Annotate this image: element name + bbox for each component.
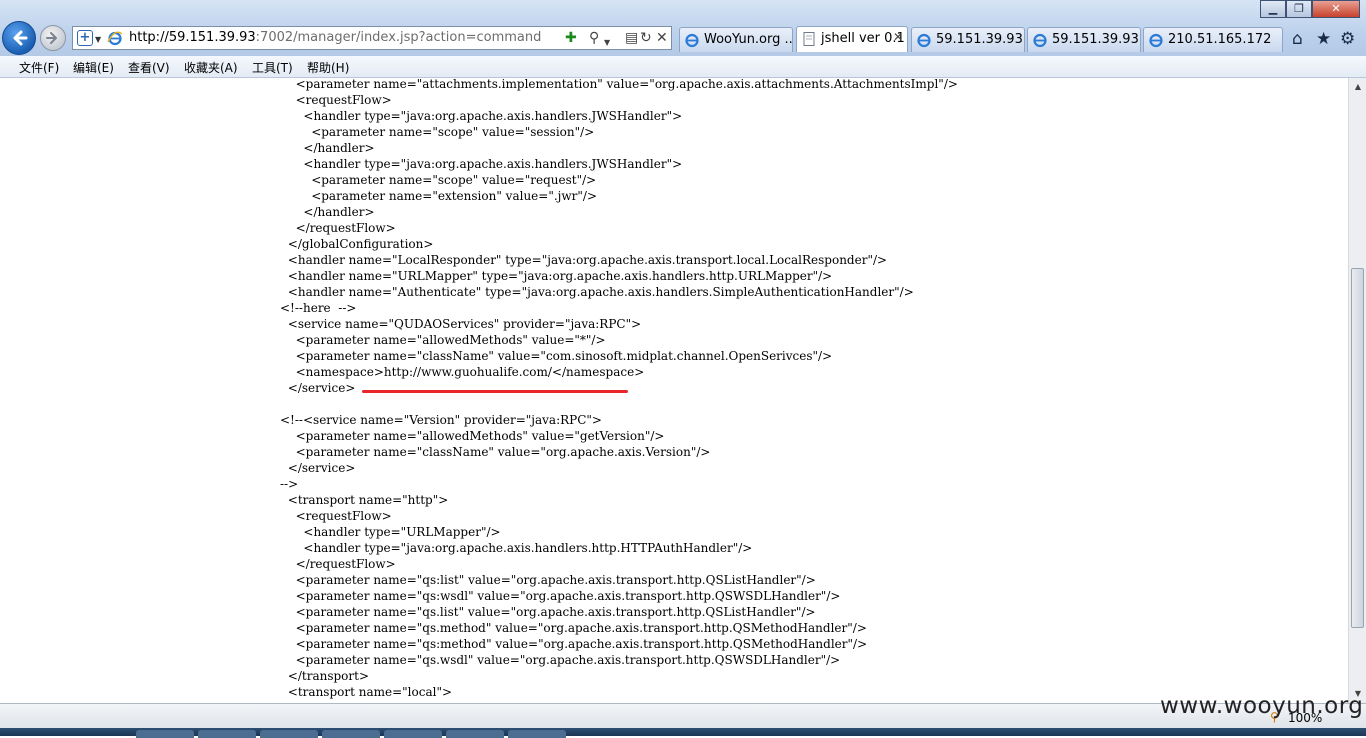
forward-arrow-icon xyxy=(46,32,57,44)
menu-view[interactable]: 查看(V) xyxy=(128,59,170,76)
taskbar-button[interactable] xyxy=(384,730,442,738)
xml-line: <parameter name="extension" value=".jwr"… xyxy=(311,189,598,203)
ie-tab-icon xyxy=(685,33,699,48)
xml-line: <handler name="URLMapper" type="java:org… xyxy=(287,269,833,283)
taskbar-button[interactable] xyxy=(136,730,194,738)
xml-line: <handler name="LocalResponder" type="jav… xyxy=(287,253,888,267)
scroll-up-icon[interactable]: ▲ xyxy=(1351,80,1365,94)
xml-line: <handler type="java:org.apache.axis.hand… xyxy=(303,109,683,123)
xml-line: <parameter name="qs.list" value="org.apa… xyxy=(295,605,816,619)
ie-tab-icon xyxy=(1033,33,1047,48)
refresh-icon[interactable]: ↻ xyxy=(640,30,652,46)
xml-line: <parameter name="qs.method" value="org.a… xyxy=(295,621,867,635)
minimize-button[interactable]: ▁ xyxy=(1260,0,1286,18)
xml-line: <parameter name="qs:list" value="org.apa… xyxy=(295,573,816,587)
xml-line: <parameter name="qs:method" value="org.a… xyxy=(295,637,868,651)
tab-ip-3[interactable]: 210.51.165.172 xyxy=(1143,27,1283,52)
home-icon[interactable]: ⌂ xyxy=(1292,30,1303,48)
taskbar-button[interactable] xyxy=(446,730,504,738)
dropdown-arrow-icon[interactable]: ▼ xyxy=(95,35,101,44)
xml-line: <parameter name="qs:wsdl" value="org.apa… xyxy=(295,589,841,603)
scrollbar-thumb[interactable] xyxy=(1351,268,1364,628)
menu-bar: 文件(F) 编辑(E) 查看(V) 收藏夹(A) 工具(T) 帮助(H) xyxy=(0,56,1366,78)
taskbar-button[interactable] xyxy=(260,730,318,738)
xml-line: <requestFlow> xyxy=(295,93,392,107)
back-button[interactable] xyxy=(2,21,36,55)
xml-line: </requestFlow> xyxy=(295,557,396,571)
xml-line: <parameter name="className" value="com.s… xyxy=(295,349,833,363)
menu-tools[interactable]: 工具(T) xyxy=(252,59,293,76)
tab-ip-2[interactable]: 59.151.39.93 xyxy=(1027,27,1141,52)
xml-line: <handler type="java:org.apache.axis.hand… xyxy=(303,157,683,171)
xml-line: </requestFlow> xyxy=(295,221,396,235)
xml-line: <parameter name="attachments.implementat… xyxy=(295,78,958,91)
xml-line: <parameter name="allowedMethods" value="… xyxy=(295,429,665,443)
maximize-button[interactable]: ❐ xyxy=(1286,0,1312,18)
xml-line: <parameter name="scope" value="request"/… xyxy=(311,173,597,187)
tab-close-icon[interactable]: ✕ xyxy=(893,30,903,44)
windows-taskbar xyxy=(0,728,1366,738)
xml-line: </service> xyxy=(287,461,356,475)
taskbar-button[interactable] xyxy=(198,730,256,738)
ie-page-icon xyxy=(107,31,123,46)
menu-file[interactable]: 文件(F) xyxy=(19,59,59,76)
browser-navbar: + ▼ http://59.151.39.93:7002/manager/ind… xyxy=(0,0,1366,56)
settings-gear-icon[interactable]: ⚙ xyxy=(1340,30,1355,48)
tab-ip-1[interactable]: 59.151.39.93 xyxy=(911,27,1025,52)
page-tab-icon xyxy=(803,32,815,46)
tab-jshell[interactable]: jshell ver 0.1 ✕ xyxy=(796,26,908,52)
page-content: <parameter name="attachments.implementat… xyxy=(0,78,1348,703)
tab-label: 210.51.165.172 xyxy=(1168,32,1272,47)
xml-line: <handler name="Authenticate" type="java:… xyxy=(287,285,914,299)
search-dropdown-icon[interactable]: ▼ xyxy=(604,35,610,51)
red-underline-annotation xyxy=(362,390,628,393)
taskbar-button[interactable] xyxy=(322,730,380,738)
xml-line: </handler> xyxy=(303,205,375,219)
tab-label: 59.151.39.93 xyxy=(936,32,1023,47)
menu-favorites[interactable]: 收藏夹(A) xyxy=(184,59,238,76)
xml-line: <parameter name="className" value="org.a… xyxy=(295,445,711,459)
watermark-text: www.wooyun.org xyxy=(1160,693,1364,719)
xml-line: <handler type="java:org.apache.axis.hand… xyxy=(303,541,753,555)
taskbar-button[interactable] xyxy=(508,730,566,738)
url-text[interactable]: http://59.151.39.93:7002/manager/index.j… xyxy=(129,30,541,45)
address-bar[interactable]: + ▼ http://59.151.39.93:7002/manager/ind… xyxy=(72,26,672,50)
url-host: http://59.151.39.93 xyxy=(129,30,256,45)
forward-button[interactable] xyxy=(40,25,66,51)
xml-line: </globalConfiguration> xyxy=(287,237,434,251)
close-window-button[interactable]: ✕ xyxy=(1312,0,1360,18)
xml-line: <service name="QUDAOServices" provider="… xyxy=(287,317,642,331)
ie-tab-icon xyxy=(917,33,931,48)
tab-wooyun[interactable]: WooYun.org ... xyxy=(679,27,793,52)
search-icon[interactable]: ⚲ xyxy=(589,30,599,46)
xml-line: <transport name="http"> xyxy=(287,493,449,507)
xml-line: <!--<service name="Version" provider="ja… xyxy=(280,413,602,427)
xml-line: </handler> xyxy=(303,141,375,155)
menu-edit[interactable]: 编辑(E) xyxy=(73,59,114,76)
xml-line: <parameter name="qs.wsdl" value="org.apa… xyxy=(295,653,841,667)
vertical-scrollbar[interactable]: ▲ ▼ xyxy=(1348,78,1366,703)
xml-line: </service> xyxy=(287,381,356,395)
tab-label: WooYun.org ... xyxy=(704,32,793,47)
tab-label: 59.151.39.93 xyxy=(1052,32,1139,47)
xml-line: <requestFlow> xyxy=(295,509,392,523)
xml-line: <!--here --> xyxy=(280,301,357,315)
ie-tab-icon xyxy=(1149,33,1163,48)
xml-line: <namespace>http://www.guohualife.com/</n… xyxy=(295,365,645,379)
url-path: :7002/manager/index.jsp?action=command xyxy=(255,30,542,45)
compatibility-view-icon[interactable]: ▤ xyxy=(625,30,638,46)
compatibility-add-icon[interactable]: + xyxy=(77,30,93,46)
xml-line: <handler type="URLMapper"/> xyxy=(303,525,501,539)
xml-line: <parameter name="scope" value="session"/… xyxy=(311,125,595,139)
xml-line: <parameter name="allowedMethods" value="… xyxy=(295,333,606,347)
xml-line: </transport> xyxy=(287,669,370,683)
addon-icon[interactable]: ✚ xyxy=(565,30,577,46)
xml-line: --> xyxy=(280,477,299,491)
xml-line: <transport name="local"> xyxy=(287,685,453,699)
stop-icon[interactable]: ✕ xyxy=(656,30,668,46)
back-arrow-icon xyxy=(13,30,28,46)
favorites-star-icon[interactable]: ★ xyxy=(1316,30,1331,48)
menu-help[interactable]: 帮助(H) xyxy=(307,59,349,76)
